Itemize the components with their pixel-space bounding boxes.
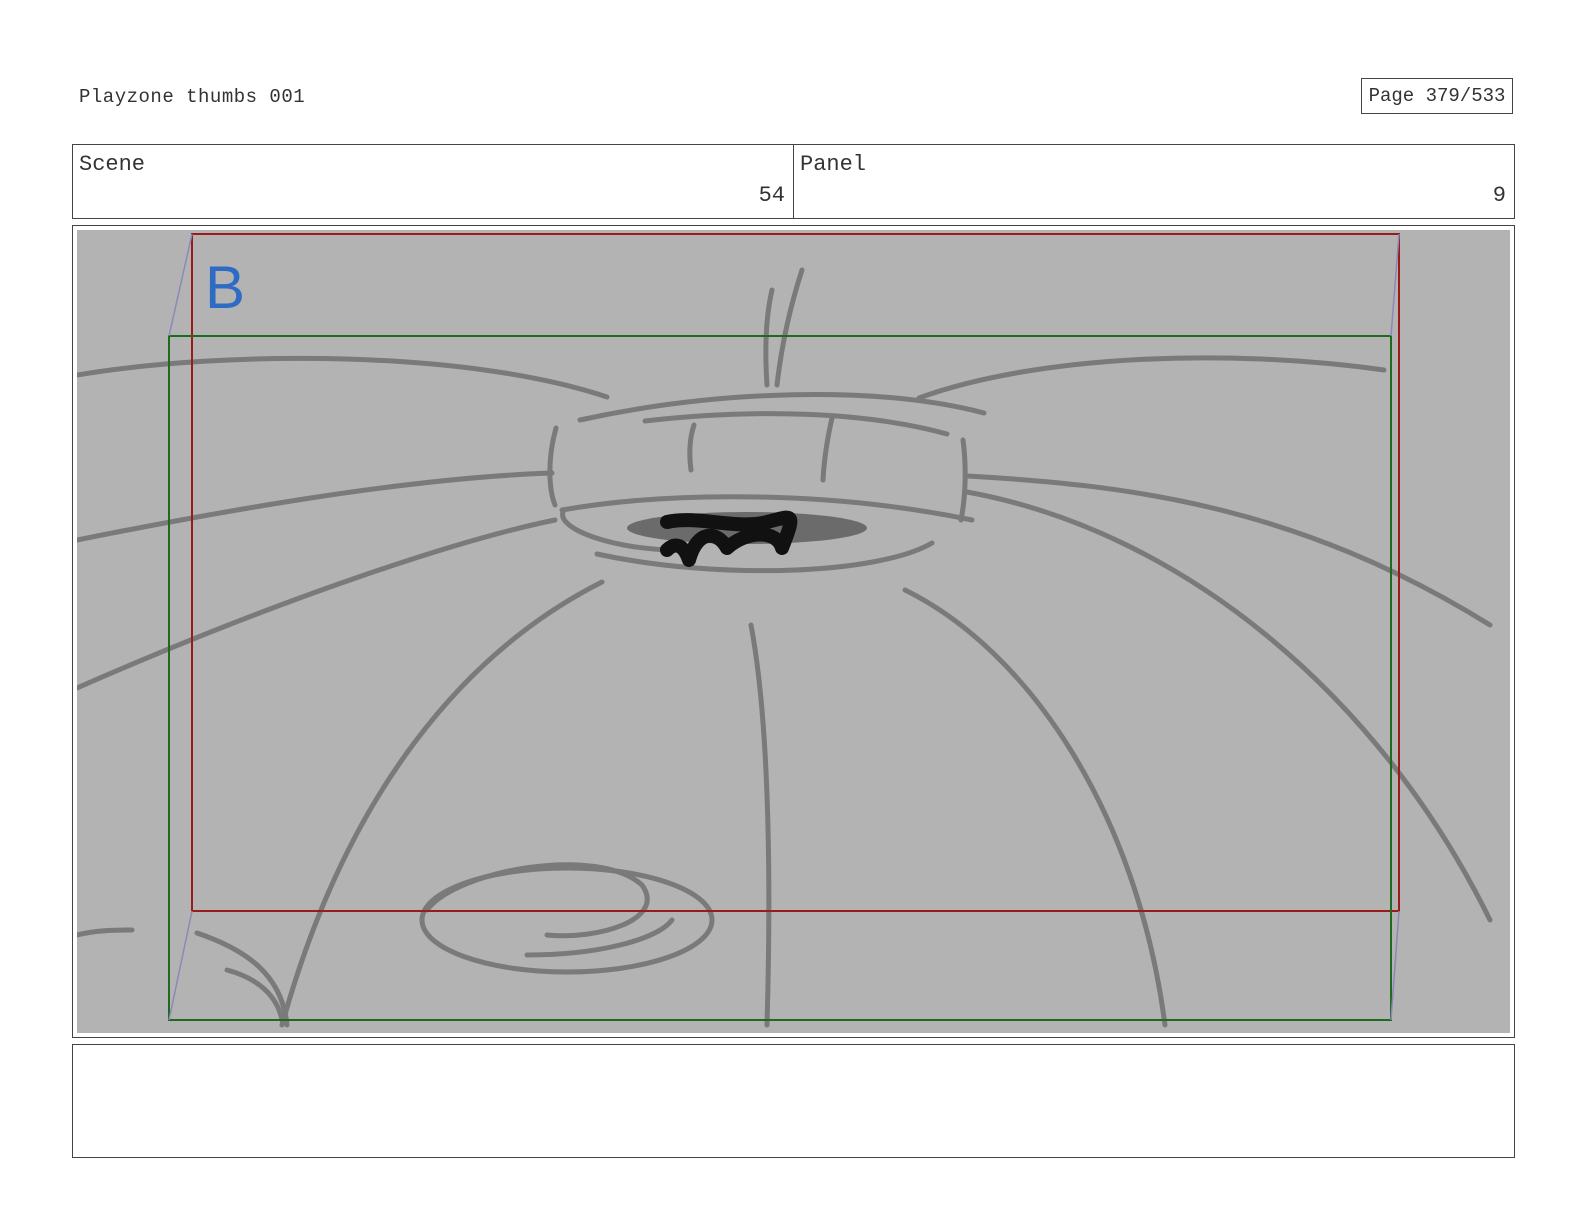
document-title: Playzone thumbs 001 xyxy=(79,86,306,108)
camera-marker-letter: B xyxy=(205,254,245,321)
storyboard-frame: B xyxy=(72,225,1515,1038)
panel-info-row: Scene 54 Panel 9 xyxy=(72,144,1515,219)
sketch-canvas: B xyxy=(77,230,1510,1033)
panel-label: Panel xyxy=(800,152,867,177)
scene-label: Scene xyxy=(79,152,146,177)
scene-number: 54 xyxy=(758,183,785,208)
notes-box xyxy=(72,1044,1515,1158)
scene-cell: Scene 54 xyxy=(73,145,793,218)
panel-cell: Panel 9 xyxy=(793,145,1514,218)
panel-number: 9 xyxy=(1492,183,1506,208)
page-indicator: Page 379/533 xyxy=(1361,78,1513,114)
frame-background xyxy=(77,230,1510,1033)
